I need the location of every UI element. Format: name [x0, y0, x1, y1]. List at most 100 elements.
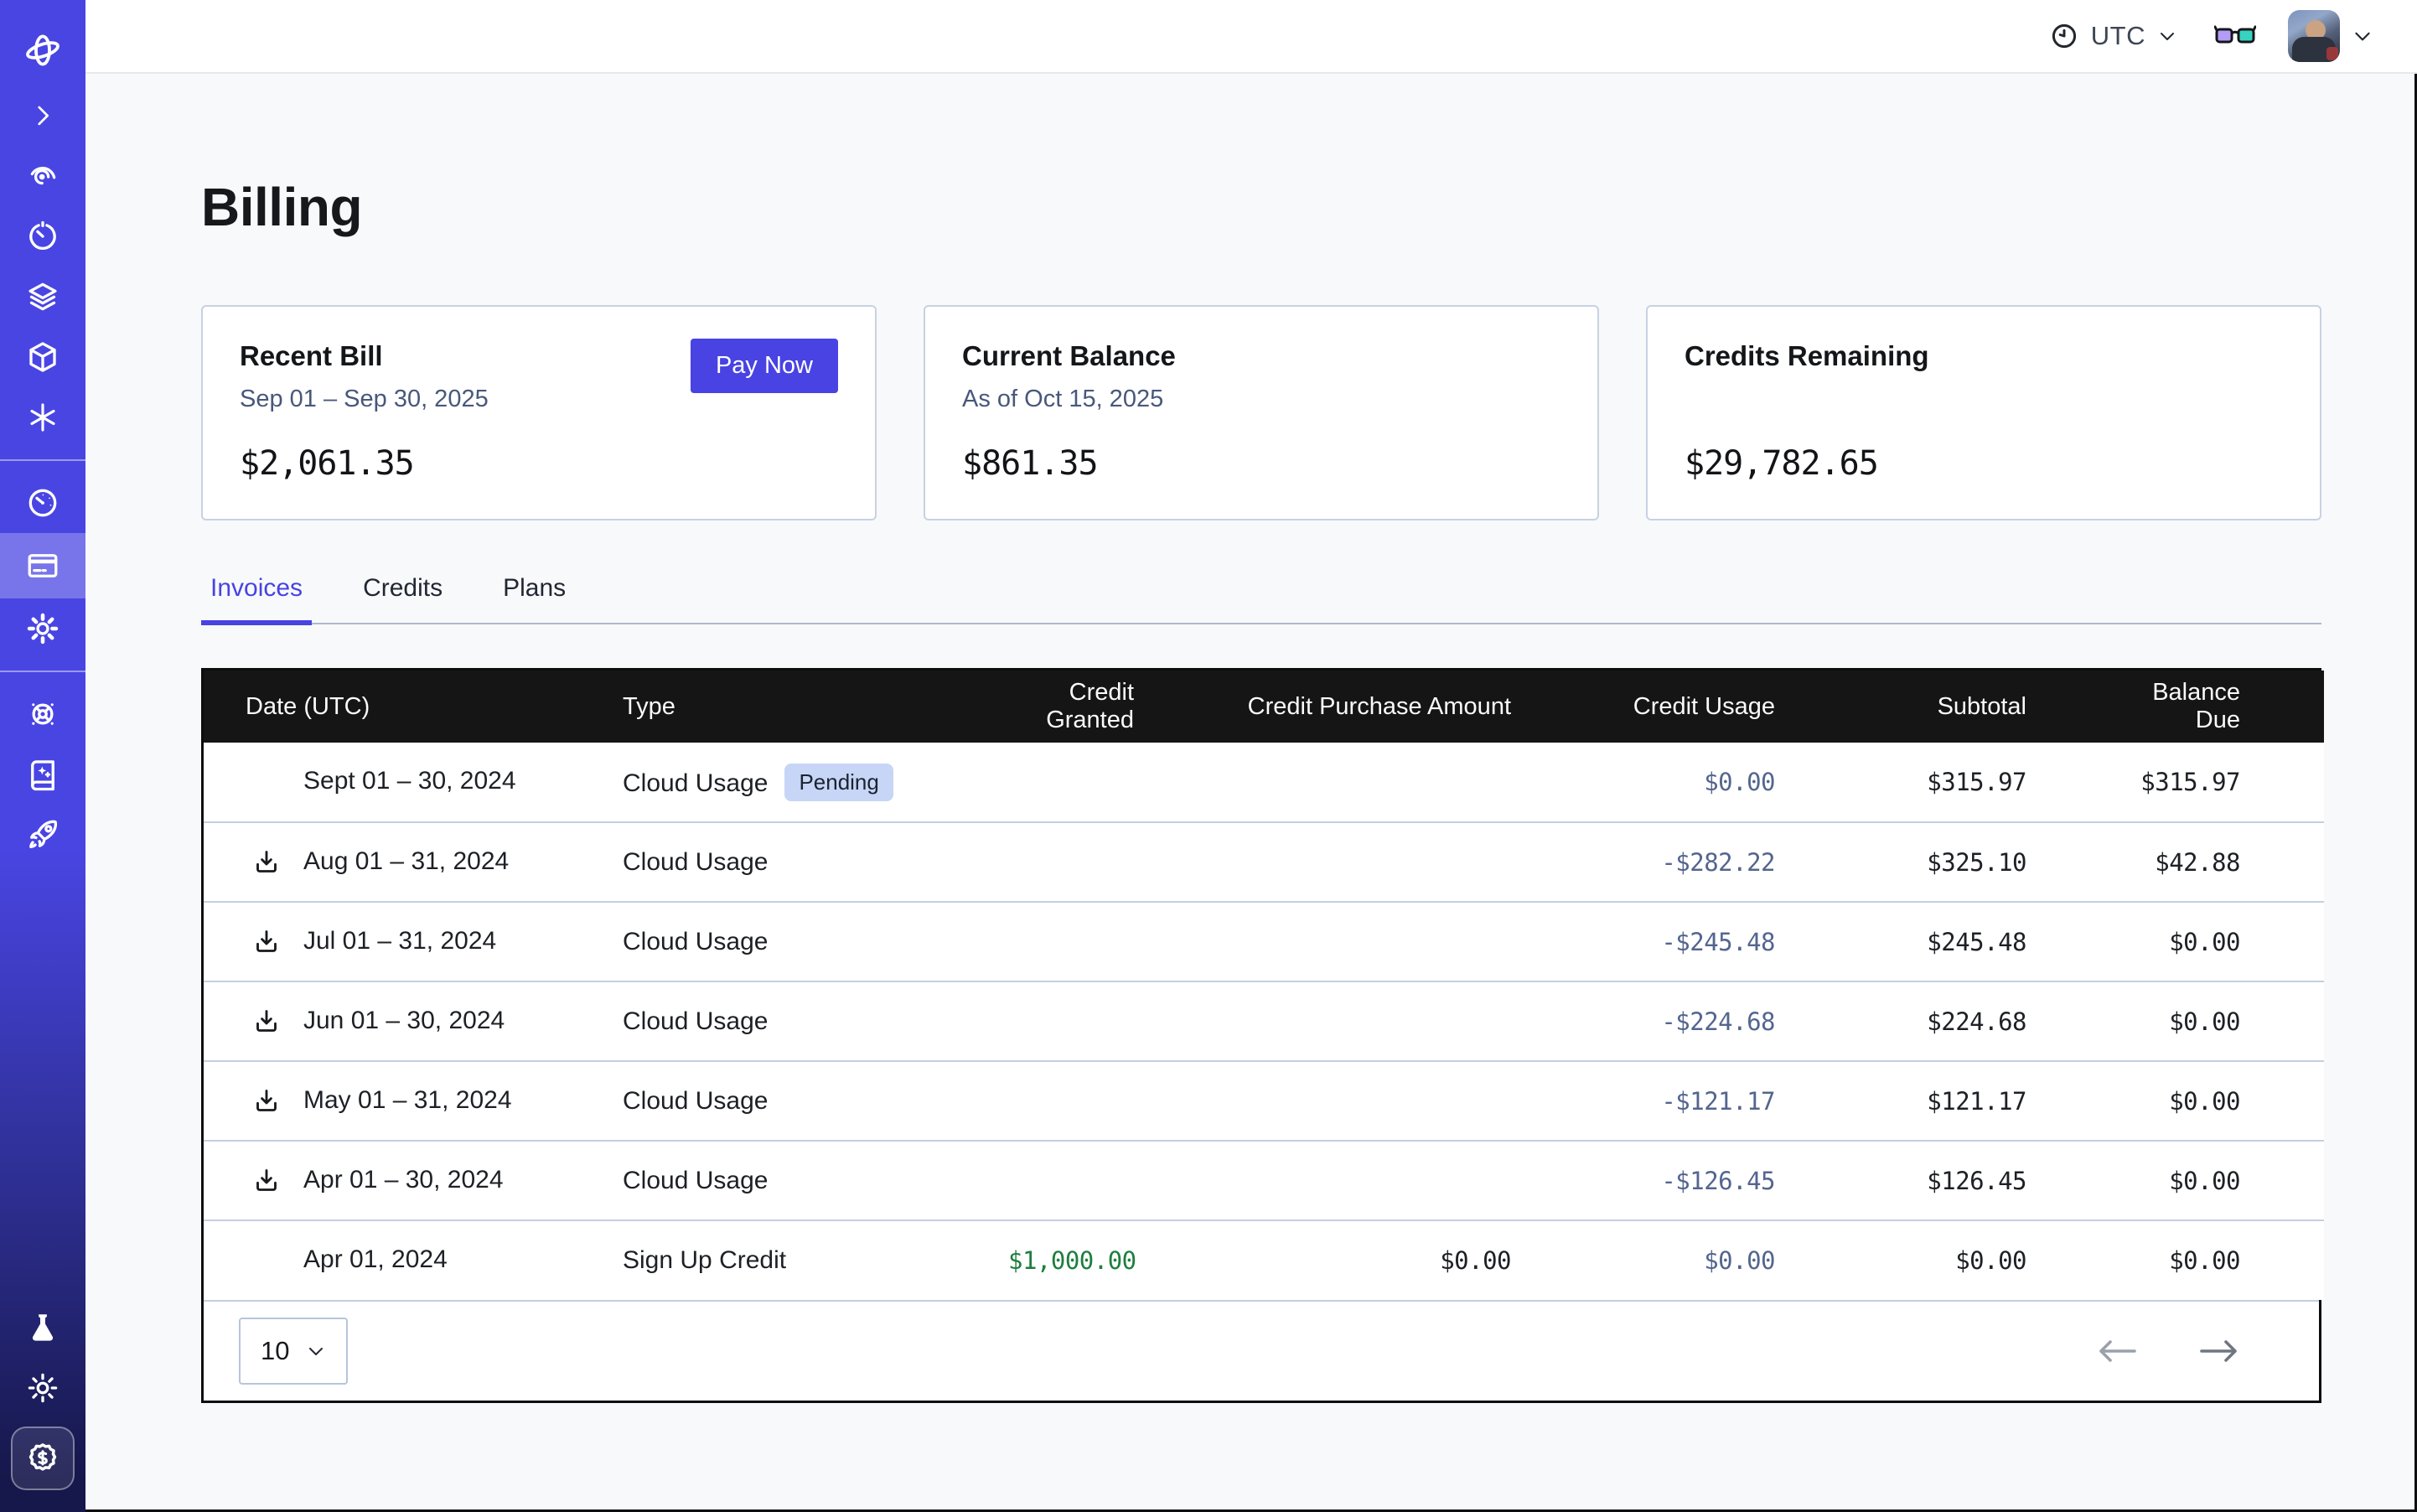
invoice-type-cell: Sign Up Credit	[623, 1220, 1008, 1300]
sidebar-item-docs[interactable]	[0, 744, 85, 805]
credit-purchase-value	[1218, 1141, 1595, 1220]
invoices-table-header: Date (UTC) Type Credit Granted Credit Pu…	[204, 671, 2324, 743]
timezone-selector[interactable]: UTC	[2049, 21, 2177, 51]
sidebar-item-packages[interactable]	[0, 327, 85, 387]
download-icon	[252, 1087, 281, 1116]
download-invoice-button[interactable]	[252, 848, 281, 877]
sun-icon	[25, 1370, 60, 1406]
credit-usage-value: -$121.17	[1595, 1061, 1859, 1141]
sidebar-item-pricing[interactable]	[11, 1427, 75, 1490]
timer-icon	[25, 219, 60, 254]
invoice-type: Sign Up Credit	[623, 1246, 786, 1274]
invoice-type-cell: Cloud Usage	[623, 1061, 1008, 1141]
sidebar-item-theme-toggle[interactable]	[0, 1358, 85, 1418]
billing-summary-cards: Recent Bill Sep 01 – Sep 30, 2025 $2,061…	[201, 305, 2321, 520]
sidebar-item-community[interactable]	[0, 684, 85, 744]
invoice-row: Sept 01 – 30, 2024 Cloud UsagePending $0…	[204, 743, 2324, 822]
card-title: Current Balance	[962, 340, 1560, 372]
spiral-eye-icon	[25, 158, 60, 194]
table-footer: 10	[204, 1300, 2319, 1401]
column-header-credit-usage: Credit Usage	[1595, 671, 1859, 743]
sidebar-item-settings[interactable]	[0, 598, 85, 659]
chevron-down-icon	[306, 1341, 326, 1361]
orbit-logo-icon	[23, 30, 63, 70]
invoice-type-cell: Cloud Usage	[623, 822, 1008, 902]
invoice-type-cell: Cloud UsagePending	[623, 743, 1008, 822]
billing-tabs: Invoices Credits Plans	[201, 574, 2321, 624]
tab-plans[interactable]: Plans	[494, 574, 575, 623]
download-icon	[252, 1007, 281, 1036]
sidebar-item-usage[interactable]	[0, 473, 85, 533]
timezone-label: UTC	[2091, 21, 2145, 51]
invoice-type: Cloud Usage	[623, 1087, 768, 1115]
download-icon	[252, 848, 281, 877]
dollar-badge-icon	[24, 1440, 61, 1477]
card-title: Credits Remaining	[1685, 340, 2283, 372]
download-invoice-button[interactable]	[252, 1087, 281, 1116]
chevron-right-icon	[28, 101, 57, 130]
clock-icon	[2049, 21, 2079, 51]
pagination-controls	[2098, 1337, 2238, 1365]
invoice-period: May 01 – 31, 2024	[303, 1086, 512, 1114]
sidebar-item-history[interactable]	[0, 206, 85, 267]
invoice-row: Jul 01 – 31, 2024 Cloud Usage -$245.48 $…	[204, 902, 2324, 981]
current-balance-amount: $861.35	[962, 444, 1560, 483]
invoice-type-cell: Cloud Usage	[623, 902, 1008, 981]
balance-due-value: $0.00	[2110, 1061, 2324, 1141]
card-subtitle	[1685, 386, 2283, 416]
credit-usage-value: $0.00	[1595, 743, 1859, 822]
sidebar-item-layers[interactable]	[0, 267, 85, 327]
invoice-period-cell: Apr 01, 2024	[204, 1220, 623, 1300]
sidebar-item-getting-started[interactable]	[0, 805, 85, 865]
product-logo[interactable]	[0, 15, 85, 85]
page-size-select[interactable]: 10	[239, 1318, 348, 1385]
invoice-period-cell: Sept 01 – 30, 2024	[204, 743, 623, 822]
sidebar-item-functions[interactable]	[0, 387, 85, 448]
tab-invoices[interactable]: Invoices	[201, 574, 312, 623]
credit-granted-value	[1008, 981, 1218, 1061]
download-invoice-button[interactable]	[252, 1007, 281, 1036]
tab-credits[interactable]: Credits	[354, 574, 452, 623]
sidebar-item-expand[interactable]	[0, 85, 85, 146]
balance-due-value: $0.00	[2110, 902, 2324, 981]
sidebar	[0, 0, 85, 1512]
sidebar-item-labs[interactable]	[0, 1297, 85, 1358]
avatar-accent	[2326, 47, 2338, 60]
credit-granted-value	[1008, 822, 1218, 902]
credit-card-icon	[25, 548, 60, 583]
credit-purchase-value	[1218, 743, 1595, 822]
cube-icon	[25, 339, 60, 375]
invoice-period: Sept 01 – 30, 2024	[303, 767, 516, 795]
rocket-icon	[25, 817, 60, 852]
previous-page-button[interactable]	[2098, 1337, 2138, 1365]
gauge-icon	[25, 485, 60, 520]
credit-usage-value: -$126.45	[1595, 1141, 1859, 1220]
page-title: Billing	[201, 176, 2321, 238]
invoice-row: Jun 01 – 30, 2024 Cloud Usage -$224.68 $…	[204, 981, 2324, 1061]
pay-now-button[interactable]: Pay Now	[691, 339, 838, 393]
sidebar-item-billing[interactable]	[0, 533, 85, 598]
balance-due-value: $42.88	[2110, 822, 2324, 902]
credit-usage-value: -$245.48	[1595, 902, 1859, 981]
asterisk-icon	[26, 401, 60, 434]
download-invoice-button[interactable]	[252, 928, 281, 956]
download-invoice-button[interactable]	[252, 1167, 281, 1195]
account-menu[interactable]	[2288, 10, 2373, 62]
credit-granted-value	[1008, 1061, 1218, 1141]
column-header-credit-granted: Credit Granted	[1008, 671, 1218, 743]
status-badge: Pending	[784, 764, 893, 801]
recent-bill-amount: $2,061.35	[240, 444, 838, 483]
credits-remaining-card: Credits Remaining $29,782.65	[1646, 305, 2321, 520]
sidebar-divider	[0, 671, 85, 672]
next-page-button[interactable]	[2198, 1337, 2238, 1365]
page-size-value: 10	[261, 1336, 289, 1366]
sidebar-item-insights[interactable]	[0, 146, 85, 206]
balance-due-value: $0.00	[2110, 1141, 2324, 1220]
card-subtitle: As of Oct 15, 2025	[962, 386, 1560, 416]
invoice-row: Apr 01, 2024 Sign Up Credit $1,000.00 $0…	[204, 1220, 2324, 1300]
recent-bill-card: Recent Bill Sep 01 – Sep 30, 2025 $2,061…	[201, 305, 877, 520]
subtotal-value: $121.17	[1859, 1061, 2110, 1141]
reader-mode-button[interactable]	[2214, 23, 2256, 49]
invoice-row: May 01 – 31, 2024 Cloud Usage -$121.17 $…	[204, 1061, 2324, 1141]
balance-due-value: $315.97	[2110, 743, 2324, 822]
